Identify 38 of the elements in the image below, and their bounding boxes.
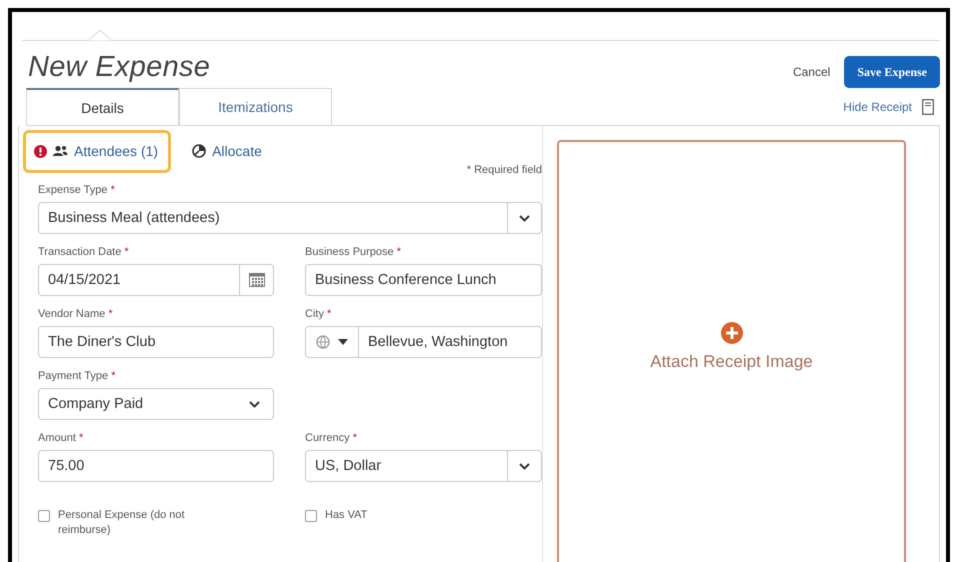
page-title: New Expense [28,51,210,84]
chevron-down-icon [519,462,530,470]
people-icon [53,145,68,157]
date-field[interactable]: 04/15/2021 [38,264,274,296]
receipt-icon [922,99,934,115]
field-label: City * [305,308,332,320]
tab[interactable]: Details [26,88,179,125]
required-note: * Required field [466,164,542,176]
checkbox[interactable]: Has VAT [305,508,542,538]
field-label: Expense Type * [38,184,116,196]
text-field[interactable]: Business Conference Lunch [305,264,542,296]
field-label: Payment Type * [38,370,116,382]
allocate-link[interactable]: Allocate [181,130,275,173]
dropdown[interactable]: US, Dollar [305,450,542,482]
checkbox[interactable]: Personal Expense (do not reimburse) [38,508,274,538]
plus-icon [720,322,742,344]
hide-receipt-link[interactable]: Hide Receipt [843,100,912,114]
chevron-down-icon [248,400,260,408]
cancel-link[interactable]: Cancel [792,65,830,79]
field-label: Business Purpose * [305,246,402,258]
dropdown[interactable]: Company Paid [38,388,274,420]
field-label: Amount * [38,432,84,444]
dropdown[interactable]: Business Meal (attendees) [38,202,542,234]
attendees-link[interactable]: Attendees (1) [23,130,172,173]
city-field[interactable]: Bellevue, Washington [305,326,542,358]
caret-down-icon [338,339,348,345]
calendar-icon [248,273,264,287]
text-field[interactable]: The Diner's Club [38,326,274,358]
text-field[interactable]: 75.00 [38,450,274,482]
field-label: Transaction Date * [38,246,130,258]
save-button[interactable]: Save Expense [844,56,940,88]
attach-receipt-area[interactable]: Attach Receipt Image [557,140,906,562]
pie-icon [192,144,206,158]
globe-icon [316,335,330,349]
tab[interactable]: Itemizations [179,88,332,125]
field-label: Vendor Name * [38,308,114,320]
chevron-down-icon [519,214,530,222]
field-label: Currency * [305,432,358,444]
